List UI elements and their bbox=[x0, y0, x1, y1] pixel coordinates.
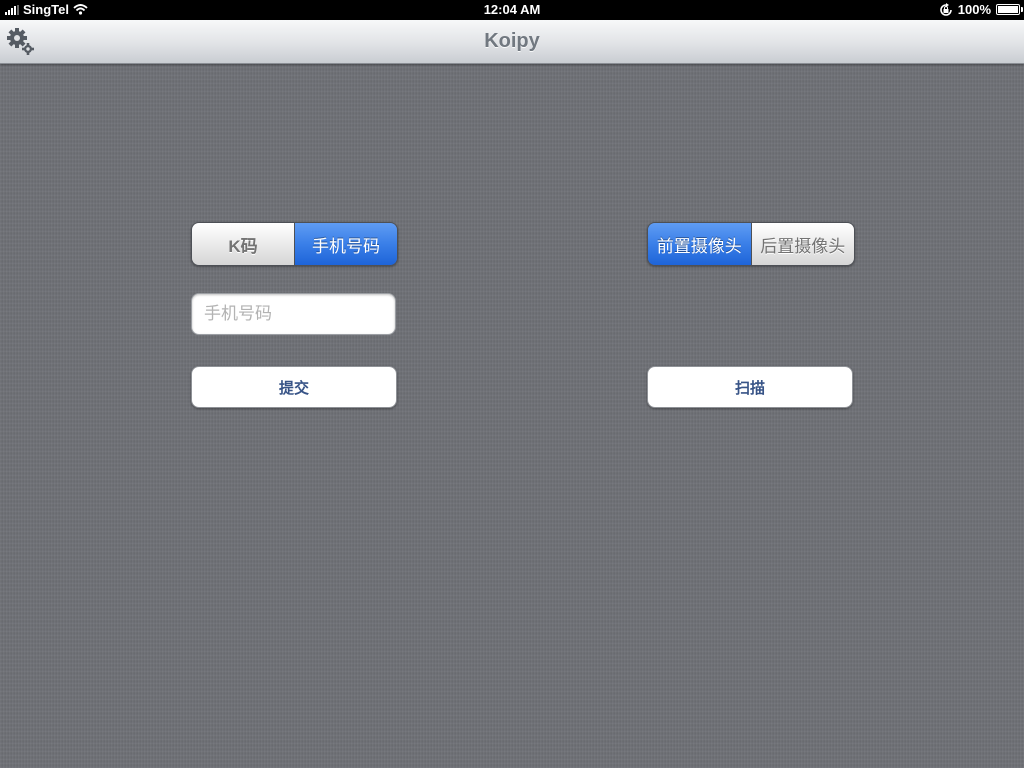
page-title: Koipy bbox=[484, 30, 540, 52]
segment-k-code[interactable]: K码 bbox=[192, 223, 294, 265]
battery-percent: 100% bbox=[957, 2, 991, 17]
phone-number-input[interactable] bbox=[192, 294, 395, 334]
status-right: 100% bbox=[939, 2, 1023, 17]
code-type-segmented-control: K码 手机号码 bbox=[191, 222, 398, 266]
phone-number-field bbox=[191, 293, 396, 335]
segment-front-camera[interactable]: 前置摄像头 bbox=[648, 223, 751, 265]
segment-phone-number[interactable]: 手机号码 bbox=[294, 223, 397, 265]
submit-button[interactable]: 提交 bbox=[191, 366, 397, 408]
battery-icon bbox=[996, 4, 1023, 15]
camera-segmented-control: 前置摄像头 后置摄像头 bbox=[647, 222, 855, 266]
status-time: 12:04 AM bbox=[483, 2, 541, 17]
linen-background bbox=[0, 63, 1024, 768]
navigation-bar: Koipy bbox=[0, 20, 1024, 64]
status-bar: SingTel 12:04 AM 100% bbox=[0, 0, 1024, 20]
scan-button[interactable]: 扫描 bbox=[647, 366, 853, 408]
rotation-lock-icon bbox=[939, 2, 952, 16]
segment-back-camera[interactable]: 后置摄像头 bbox=[750, 223, 854, 265]
